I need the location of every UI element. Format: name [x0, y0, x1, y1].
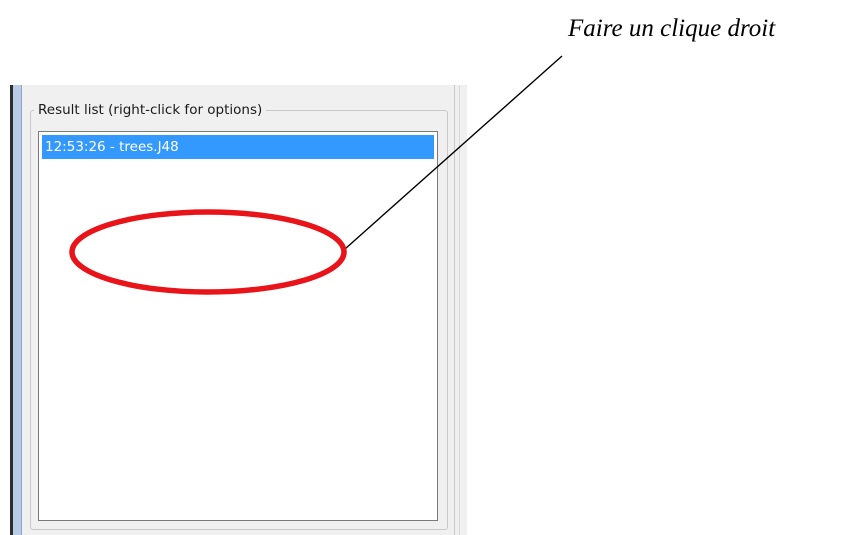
result-list-title: Result list (right-click for options) — [34, 101, 267, 119]
annotation-label: Faire un clique droit — [568, 15, 776, 42]
window-side-strip — [13, 85, 22, 535]
result-list-item-selected[interactable]: 12:53:26 - trees.J48 — [42, 135, 434, 159]
panel-splitter[interactable] — [454, 85, 467, 535]
result-listbox[interactable]: 12:53:26 - trees.J48 — [38, 131, 438, 521]
